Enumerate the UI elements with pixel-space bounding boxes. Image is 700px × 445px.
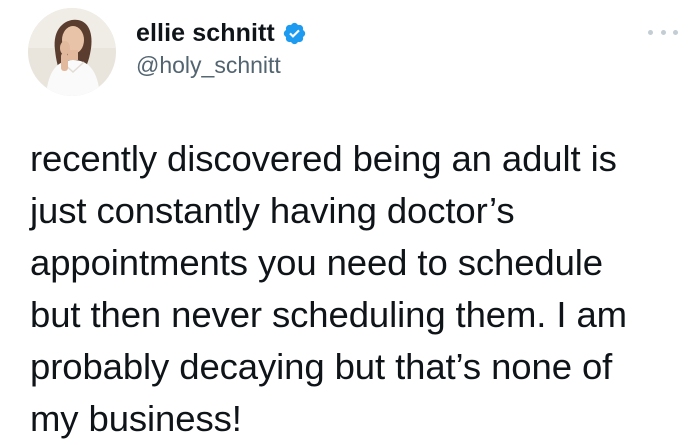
verified-badge-icon bbox=[282, 21, 307, 46]
more-options-icon[interactable] bbox=[648, 24, 678, 40]
tweet-card: ellie schnitt @holy_schnitt recently dis… bbox=[0, 0, 700, 439]
avatar[interactable] bbox=[28, 8, 116, 96]
dot-icon bbox=[648, 29, 653, 35]
dot-icon bbox=[673, 29, 678, 35]
author-name-row: ellie schnitt bbox=[136, 16, 307, 50]
tweet-text: recently discovered being an adult is ju… bbox=[30, 138, 627, 439]
profile-photo-icon bbox=[28, 8, 116, 96]
display-name[interactable]: ellie schnitt bbox=[136, 19, 275, 48]
dot-icon bbox=[660, 29, 666, 35]
author-handle[interactable]: @holy_schnitt bbox=[136, 52, 281, 79]
